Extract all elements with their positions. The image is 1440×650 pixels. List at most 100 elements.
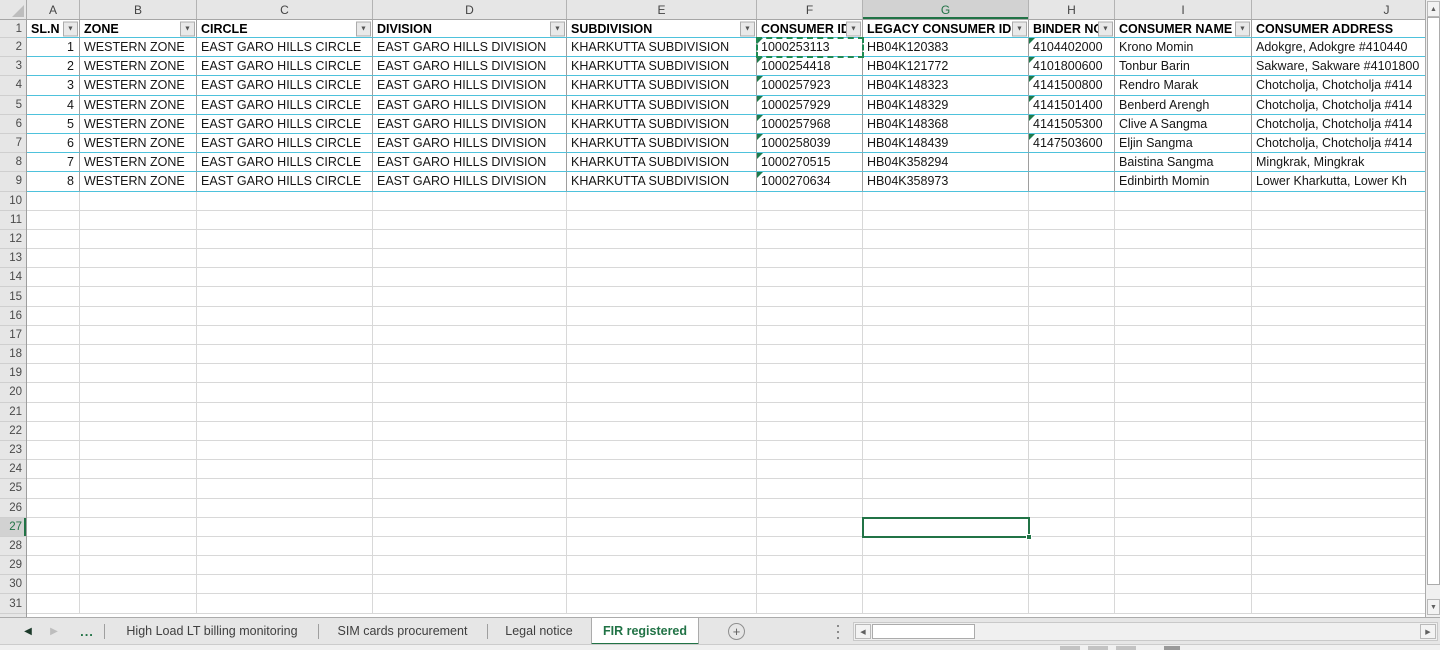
cell-H31[interactable] (1029, 594, 1115, 613)
sheet-nav-right-icon[interactable]: ▶ (44, 618, 64, 645)
cell-B14[interactable] (80, 268, 197, 287)
cell-G21[interactable] (863, 403, 1029, 422)
cell-J28[interactable] (1252, 537, 1425, 556)
cell-A25[interactable] (27, 479, 80, 498)
scroll-down-icon[interactable]: ▼ (1427, 599, 1440, 615)
cell-E7[interactable]: KHARKUTTA SUBDIVISION (567, 134, 757, 153)
select-all-corner[interactable] (0, 0, 27, 19)
cell-A27[interactable] (27, 518, 80, 537)
cell-A2[interactable]: 1 (27, 38, 80, 57)
cell-B11[interactable] (80, 211, 197, 230)
row-header-30[interactable]: 30 (0, 575, 26, 594)
cell-I14[interactable] (1115, 268, 1252, 287)
cell-G5[interactable]: HB04K148329 (863, 96, 1029, 115)
cell-B20[interactable] (80, 383, 197, 402)
cell-F17[interactable] (757, 326, 863, 345)
cell-F22[interactable] (757, 422, 863, 441)
cell-E20[interactable] (567, 383, 757, 402)
row-header-29[interactable]: 29 (0, 556, 26, 575)
cell-E28[interactable] (567, 537, 757, 556)
cell-C18[interactable] (197, 345, 373, 364)
cell-G12[interactable] (863, 230, 1029, 249)
row-header-12[interactable]: 12 (0, 230, 26, 249)
cell-H13[interactable] (1029, 249, 1115, 268)
cell-F10[interactable] (757, 192, 863, 211)
cell-H21[interactable] (1029, 403, 1115, 422)
new-sheet-button[interactable]: + (728, 623, 745, 640)
cell-C30[interactable] (197, 575, 373, 594)
cell-J12[interactable] (1252, 230, 1425, 249)
cell-I2[interactable]: Krono Momin (1115, 38, 1252, 57)
cell-G31[interactable] (863, 594, 1029, 613)
cell-G16[interactable] (863, 307, 1029, 326)
fill-handle[interactable] (1026, 534, 1032, 540)
cell-C13[interactable] (197, 249, 373, 268)
row-header-22[interactable]: 22 (0, 422, 26, 441)
cell-F12[interactable] (757, 230, 863, 249)
cell-H14[interactable] (1029, 268, 1115, 287)
cell-D22[interactable] (373, 422, 567, 441)
cell-F6[interactable]: 1000257968 (757, 115, 863, 134)
cell-A24[interactable] (27, 460, 80, 479)
cell-A23[interactable] (27, 441, 80, 460)
row-header-31[interactable]: 31 (0, 594, 26, 613)
cell-E22[interactable] (567, 422, 757, 441)
cell-E30[interactable] (567, 575, 757, 594)
cell-J16[interactable] (1252, 307, 1425, 326)
cell-E3[interactable]: KHARKUTTA SUBDIVISION (567, 57, 757, 76)
cell-H26[interactable] (1029, 499, 1115, 518)
cell-E24[interactable] (567, 460, 757, 479)
row-header-26[interactable]: 26 (0, 499, 26, 518)
cell-F24[interactable] (757, 460, 863, 479)
cell-I10[interactable] (1115, 192, 1252, 211)
cell-E2[interactable]: KHARKUTTA SUBDIVISION (567, 38, 757, 57)
cell-C10[interactable] (197, 192, 373, 211)
cell-H18[interactable] (1029, 345, 1115, 364)
cell-F8[interactable]: 1000270515 (757, 153, 863, 172)
cell-G30[interactable] (863, 575, 1029, 594)
cell-B18[interactable] (80, 345, 197, 364)
cell-D28[interactable] (373, 537, 567, 556)
cell-J8[interactable]: Mingkrak, Mingkrak (1252, 153, 1425, 172)
row-header-9[interactable]: 9 (0, 172, 26, 191)
cell-J25[interactable] (1252, 479, 1425, 498)
cell-G11[interactable] (863, 211, 1029, 230)
cell-F4[interactable]: 1000257923 (757, 76, 863, 95)
cell-C5[interactable]: EAST GARO HILLS CIRCLE (197, 96, 373, 115)
cell-F14[interactable] (757, 268, 863, 287)
cell-E29[interactable] (567, 556, 757, 575)
cell-H16[interactable] (1029, 307, 1115, 326)
filter-button[interactable]: ▼ (1235, 21, 1250, 36)
cell-D2[interactable]: EAST GARO HILLS DIVISION (373, 38, 567, 57)
row-header-3[interactable]: 3 (0, 57, 26, 76)
cell-D21[interactable] (373, 403, 567, 422)
cell-F19[interactable] (757, 364, 863, 383)
cell-D10[interactable] (373, 192, 567, 211)
cell-A13[interactable] (27, 249, 80, 268)
cell-B25[interactable] (80, 479, 197, 498)
cell-G29[interactable] (863, 556, 1029, 575)
column-header-H[interactable]: H (1029, 0, 1115, 19)
cell-G8[interactable]: HB04K358294 (863, 153, 1029, 172)
header-cell-C1[interactable]: CIRCLE▼ (197, 20, 373, 38)
vertical-scrollbar[interactable]: ▲ ▼ (1425, 0, 1440, 617)
cell-D8[interactable]: EAST GARO HILLS DIVISION (373, 153, 567, 172)
cell-D3[interactable]: EAST GARO HILLS DIVISION (373, 57, 567, 76)
cell-G18[interactable] (863, 345, 1029, 364)
cell-C24[interactable] (197, 460, 373, 479)
row-header-16[interactable]: 16 (0, 307, 26, 326)
filter-button[interactable]: ▼ (1012, 21, 1027, 36)
cell-D30[interactable] (373, 575, 567, 594)
cell-I25[interactable] (1115, 479, 1252, 498)
row-header-1[interactable]: 1 (0, 20, 26, 38)
cell-J23[interactable] (1252, 441, 1425, 460)
row-header-24[interactable]: 24 (0, 460, 26, 479)
cell-J4[interactable]: Chotcholja, Chotcholja #414 (1252, 76, 1425, 95)
cell-E25[interactable] (567, 479, 757, 498)
cell-J10[interactable] (1252, 192, 1425, 211)
cell-C17[interactable] (197, 326, 373, 345)
cell-E19[interactable] (567, 364, 757, 383)
column-header-F[interactable]: F (757, 0, 863, 19)
cell-F30[interactable] (757, 575, 863, 594)
cell-G28[interactable] (863, 537, 1029, 556)
